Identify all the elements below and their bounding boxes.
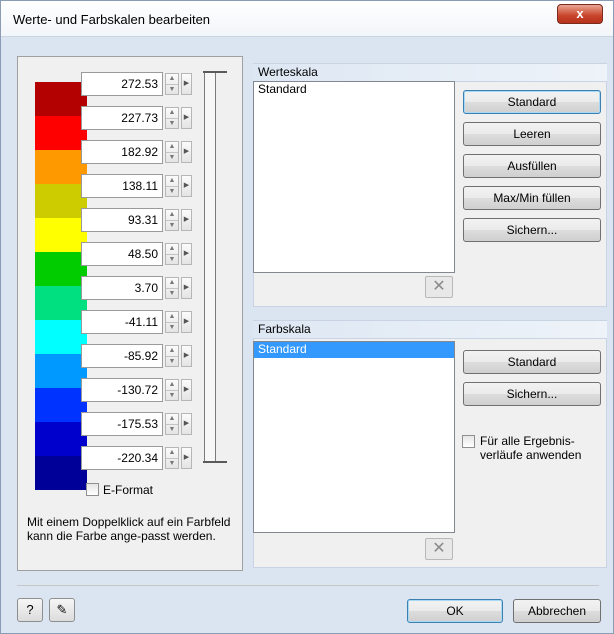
value-row: -85.92 ▲ ▼ ▶ (81, 344, 196, 368)
eformat-checkbox[interactable] (86, 483, 99, 496)
arrow-right-icon[interactable]: ▶ (181, 379, 192, 401)
value-row: 138.11 ▲ ▼ ▶ (81, 174, 196, 198)
value-row: -175.53 ▲ ▼ ▶ (81, 412, 196, 436)
arrow-right-icon[interactable]: ▶ (181, 107, 192, 129)
color-swatch[interactable] (35, 388, 87, 422)
farb-sichern-button[interactable]: Sichern... (463, 382, 601, 406)
value-input[interactable]: 227.73 (81, 106, 163, 130)
color-swatch[interactable] (35, 218, 87, 252)
arrow-right-icon[interactable]: ▶ (181, 175, 192, 197)
werte-delete-icon[interactable]: ✕ (425, 276, 453, 298)
leeren-button[interactable]: Leeren (463, 122, 601, 146)
value-row: 272.53 ▲ ▼ ▶ (81, 72, 196, 96)
value-input[interactable]: -220.34 (81, 446, 163, 470)
edit-icon[interactable]: ✎ (49, 598, 75, 622)
value-row: -41.11 ▲ ▼ ▶ (81, 310, 196, 334)
color-swatch[interactable] (35, 354, 87, 388)
list-item[interactable]: Standard (254, 342, 454, 358)
ausfuellen-button[interactable]: Ausfüllen (463, 154, 601, 178)
value-input[interactable]: -175.53 (81, 412, 163, 436)
arrow-right-icon[interactable]: ▶ (181, 277, 192, 299)
value-row: 227.73 ▲ ▼ ▶ (81, 106, 196, 130)
slider-bottom-handle[interactable] (203, 461, 227, 463)
spinner-icon[interactable]: ▲ ▼ (165, 107, 179, 129)
value-row: 182.92 ▲ ▼ ▶ (81, 140, 196, 164)
value-row: 93.31 ▲ ▼ ▶ (81, 208, 196, 232)
eformat-label: E-Format (103, 483, 154, 497)
value-input[interactable]: -85.92 (81, 344, 163, 368)
farbskala-header: Farbskala (253, 320, 607, 338)
value-input[interactable]: 272.53 (81, 72, 163, 96)
spinner-icon[interactable]: ▲ ▼ (165, 447, 179, 469)
value-input[interactable]: 48.50 (81, 242, 163, 266)
title-bar: Werte- und Farbskalen bearbeiten x (1, 1, 613, 37)
arrow-right-icon[interactable]: ▶ (181, 311, 192, 333)
value-row: -130.72 ▲ ▼ ▶ (81, 378, 196, 402)
footer-divider (17, 585, 599, 586)
color-swatch[interactable] (35, 456, 87, 490)
spinner-icon[interactable]: ▲ ▼ (165, 73, 179, 95)
farb-standard-button[interactable]: Standard (463, 350, 601, 374)
hint-text: Mit einem Doppelklick auf ein Farbfeld k… (27, 515, 231, 543)
close-button[interactable]: x (557, 4, 603, 24)
value-row: 3.70 ▲ ▼ ▶ (81, 276, 196, 300)
spinner-icon[interactable]: ▲ ▼ (165, 243, 179, 265)
apply-all-checkbox[interactable] (462, 435, 475, 448)
value-input[interactable]: 182.92 (81, 140, 163, 164)
arrow-right-icon[interactable]: ▶ (181, 447, 192, 469)
spinner-icon[interactable]: ▲ ▼ (165, 413, 179, 435)
farbskala-list[interactable]: Standard (253, 341, 455, 533)
spinner-icon[interactable]: ▲ ▼ (165, 345, 179, 367)
value-input[interactable]: -130.72 (81, 378, 163, 402)
apply-all-label: Für alle Ergebnis-verläufe anwenden (480, 434, 582, 462)
arrow-right-icon[interactable]: ▶ (181, 73, 192, 95)
spinner-icon[interactable]: ▲ ▼ (165, 141, 179, 163)
spinner-icon[interactable]: ▲ ▼ (165, 209, 179, 231)
help-icon[interactable]: ? (17, 598, 43, 622)
color-swatch[interactable] (35, 150, 87, 184)
spinner-icon[interactable]: ▲ ▼ (165, 311, 179, 333)
color-swatch[interactable] (35, 82, 87, 116)
arrow-right-icon[interactable]: ▶ (181, 345, 192, 367)
werte-sichern-button[interactable]: Sichern... (463, 218, 601, 242)
spinner-icon[interactable]: ▲ ▼ (165, 379, 179, 401)
werteskala-header: Werteskala (253, 63, 607, 81)
arrow-right-icon[interactable]: ▶ (181, 209, 192, 231)
value-input[interactable]: 93.31 (81, 208, 163, 232)
slider-top-handle[interactable] (203, 71, 227, 73)
spinner-icon[interactable]: ▲ ▼ (165, 175, 179, 197)
cancel-button[interactable]: Abbrechen (513, 599, 601, 623)
ok-button[interactable]: OK (407, 599, 503, 623)
window-title: Werte- und Farbskalen bearbeiten (13, 12, 211, 27)
value-row: 48.50 ▲ ▼ ▶ (81, 242, 196, 266)
value-input[interactable]: 138.11 (81, 174, 163, 198)
color-swatch[interactable] (35, 116, 87, 150)
spinner-icon[interactable]: ▲ ▼ (165, 277, 179, 299)
value-input[interactable]: -41.11 (81, 310, 163, 334)
color-swatch[interactable] (35, 320, 87, 354)
werte-standard-button[interactable]: Standard (463, 90, 601, 114)
color-swatch[interactable] (35, 286, 87, 320)
dialog-window: Werte- und Farbskalen bearbeiten x 272.5… (0, 0, 614, 634)
value-row: -220.34 ▲ ▼ ▶ (81, 446, 196, 470)
werteskala-list[interactable]: Standard (253, 81, 455, 273)
value-slider[interactable] (204, 71, 216, 463)
color-swatch[interactable] (35, 252, 87, 286)
color-swatch[interactable] (35, 422, 87, 456)
maxmin-button[interactable]: Max/Min füllen (463, 186, 601, 210)
value-input[interactable]: 3.70 (81, 276, 163, 300)
arrow-right-icon[interactable]: ▶ (181, 141, 192, 163)
color-swatch[interactable] (35, 184, 87, 218)
list-item[interactable]: Standard (254, 82, 454, 98)
arrow-right-icon[interactable]: ▶ (181, 413, 192, 435)
arrow-right-icon[interactable]: ▶ (181, 243, 192, 265)
farb-delete-icon[interactable]: ✕ (425, 538, 453, 560)
